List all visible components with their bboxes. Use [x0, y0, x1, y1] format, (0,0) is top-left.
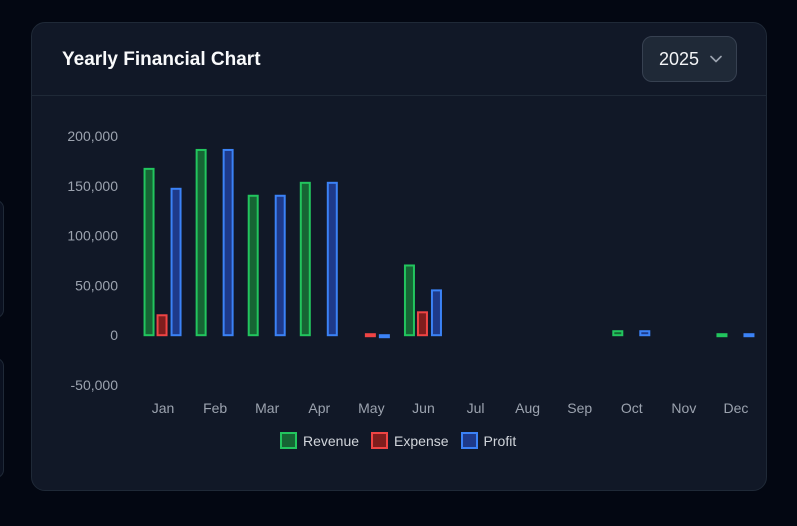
- legend-item-profit[interactable]: Profit: [460, 432, 517, 449]
- bar-revenue[interactable]: [403, 264, 415, 337]
- bar-revenue[interactable]: [299, 181, 311, 337]
- x-tick-label: Oct: [621, 400, 643, 416]
- bar-revenue[interactable]: [612, 330, 624, 337]
- legend-item-expense[interactable]: Expense: [371, 432, 449, 449]
- legend-swatch-expense: [371, 432, 389, 449]
- bar-profit[interactable]: [170, 187, 182, 337]
- bar-revenue[interactable]: [195, 148, 207, 337]
- bar-profit[interactable]: [743, 333, 755, 338]
- bar-expense[interactable]: [364, 333, 376, 338]
- background-panel-edge: [0, 358, 4, 478]
- x-tick-label: Mar: [255, 400, 279, 416]
- x-tick-label: May: [358, 400, 384, 416]
- legend-swatch-profit: [460, 432, 478, 449]
- legend-label-profit: Profit: [483, 432, 517, 449]
- x-tick-label: Jun: [412, 400, 435, 416]
- y-tick-label: -50,000: [71, 377, 119, 393]
- legend-swatch-revenue: [280, 432, 297, 449]
- y-tick-label: 150,000: [67, 178, 118, 194]
- x-tick-label: Jul: [467, 400, 485, 416]
- bar-revenue[interactable]: [716, 333, 728, 338]
- bar-profit[interactable]: [639, 330, 651, 337]
- bar-profit[interactable]: [378, 334, 390, 339]
- x-tick-label: Nov: [671, 400, 696, 416]
- x-tick-label: Dec: [724, 400, 749, 416]
- bar-profit[interactable]: [222, 148, 234, 337]
- x-tick-label: Apr: [308, 400, 330, 416]
- financial-chart-card: Yearly Financial Chart 2025 200,000 150,0…: [31, 22, 767, 491]
- bar-expense[interactable]: [156, 314, 168, 337]
- bar-profit[interactable]: [326, 181, 338, 337]
- background-panel-edge: [0, 200, 4, 318]
- x-tick-label: Sep: [567, 400, 592, 416]
- y-tick-label: 50,000: [75, 277, 118, 293]
- bar-revenue[interactable]: [143, 167, 155, 337]
- y-tick-label: 100,000: [67, 228, 118, 244]
- bar-expense[interactable]: [416, 311, 428, 337]
- x-tick-label: Jan: [152, 400, 175, 416]
- x-tick-label: Aug: [515, 400, 540, 416]
- legend-label-revenue: Revenue: [303, 432, 360, 449]
- y-tick-label: 200,000: [67, 128, 118, 144]
- chart-legend: Revenue Expense Profit: [280, 432, 516, 449]
- bar-profit[interactable]: [430, 289, 442, 337]
- bar-chart: 200,000 150,000 100,000 50,000 0 -50,000 Jan Fe…: [67, 128, 755, 416]
- y-tick-label: 0: [110, 327, 118, 343]
- bar-revenue[interactable]: [247, 194, 259, 337]
- legend-label-expense: Expense: [394, 432, 449, 449]
- x-tick-label: Feb: [203, 400, 227, 416]
- bar-profit[interactable]: [274, 194, 286, 337]
- legend-item-revenue[interactable]: Revenue: [280, 432, 359, 449]
